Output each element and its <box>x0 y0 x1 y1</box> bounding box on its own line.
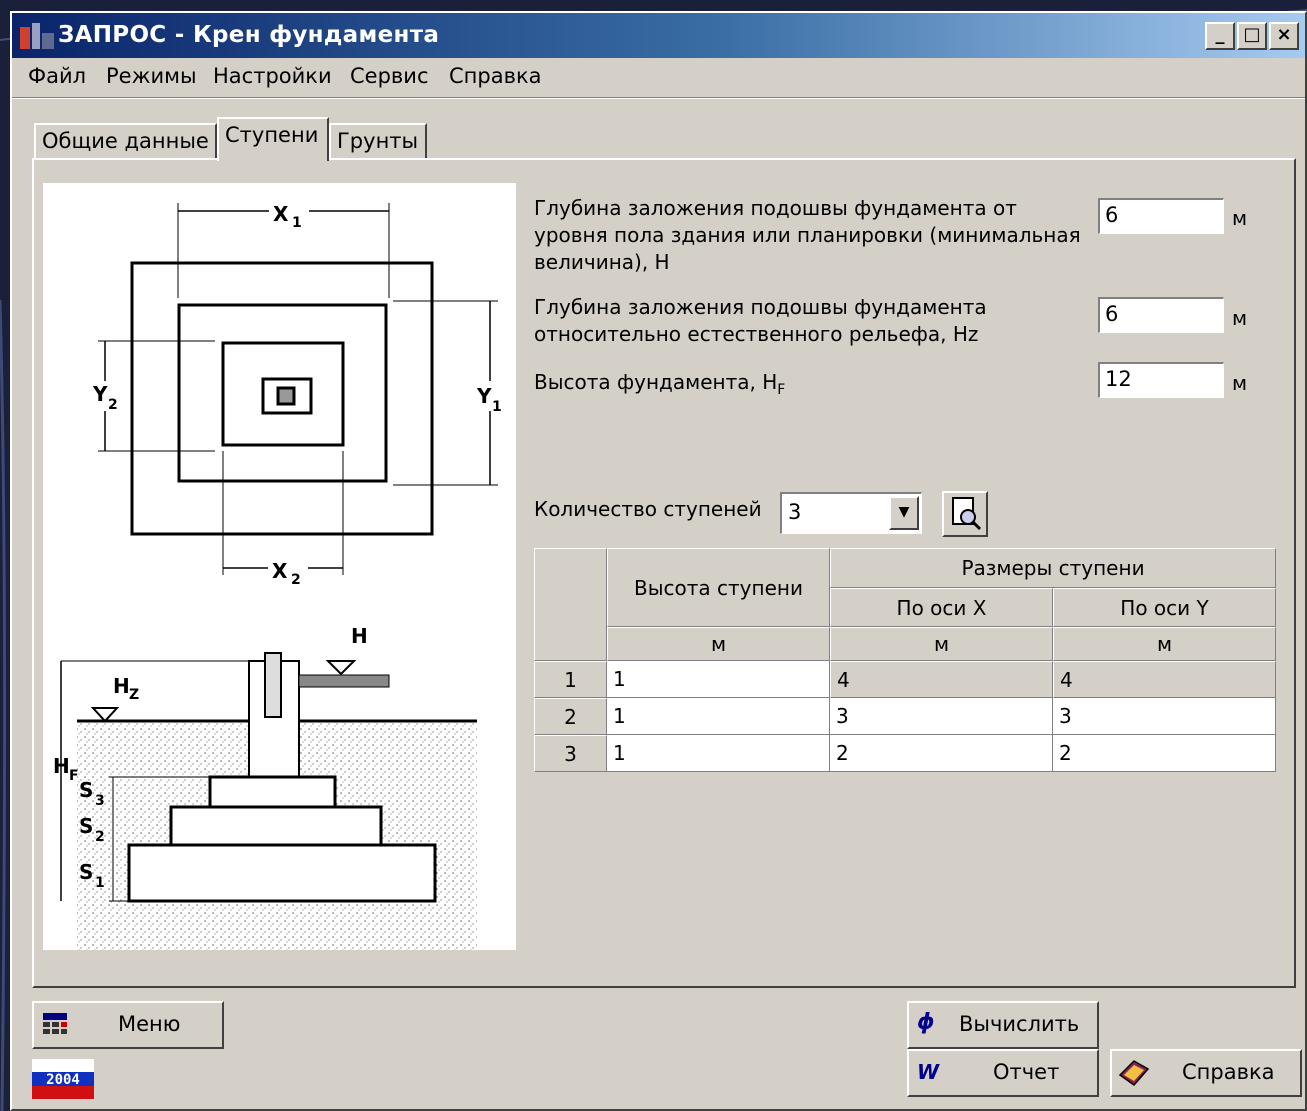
label-hf: H <box>53 754 70 778</box>
svg-text:2004: 2004 <box>46 1072 80 1088</box>
svg-text:F: F <box>69 768 79 784</box>
depth-h-label: Глубина заложения подошвы фундамента от … <box>534 196 1081 274</box>
tab-steps[interactable]: Ступени <box>217 117 329 161</box>
cell-height[interactable]: 1 <box>607 698 830 735</box>
plan-view <box>98 203 498 575</box>
label-hz: H <box>113 674 130 698</box>
depth-h-input[interactable]: 6 <box>1098 198 1224 234</box>
row-number: 3 <box>534 735 607 772</box>
preview-button[interactable] <box>942 491 988 537</box>
menu-help[interactable]: Справка <box>449 64 542 88</box>
col-header-x: По оси X <box>830 588 1053 627</box>
svg-text:Z: Z <box>129 687 139 703</box>
depth-h-unit: м <box>1232 206 1248 230</box>
calculator-icon <box>43 1013 67 1034</box>
foundation-height-input[interactable]: 12 <box>1098 362 1224 398</box>
unit-y: м <box>1053 627 1276 661</box>
cell-height[interactable]: 1 <box>607 661 830 698</box>
menu-service[interactable]: Сервис <box>350 64 428 88</box>
compute-button-label: Вычислить <box>959 1012 1080 1036</box>
depth-hz-input[interactable]: 6 <box>1098 297 1224 333</box>
label-s2: S <box>79 814 93 838</box>
maximize-button[interactable]: □ <box>1237 22 1267 50</box>
magnifier-icon <box>952 497 982 531</box>
svg-text:1: 1 <box>492 399 502 415</box>
label-h: H <box>351 624 368 648</box>
year-badge: 2004 <box>32 1059 94 1099</box>
cell-y[interactable]: 2 <box>1053 735 1276 772</box>
menu-modes[interactable]: Режимы <box>106 64 197 88</box>
minimize-button[interactable]: _ <box>1205 22 1235 50</box>
label-s1: S <box>79 860 93 884</box>
row-number: 1 <box>534 661 607 698</box>
svg-text:1: 1 <box>95 875 105 891</box>
cell-x[interactable]: 2 <box>830 735 1053 772</box>
menu-bar: Файл Режимы Настройки Сервис Справка <box>12 59 1305 95</box>
label-x1: X <box>273 202 289 226</box>
unit-x: м <box>830 627 1053 661</box>
col-header-sizes: Размеры ступени <box>830 548 1276 588</box>
cell-height[interactable]: 1 <box>607 735 830 772</box>
row-number: 2 <box>534 698 607 735</box>
steps-table: Высота ступени Размеры ступени По оси X … <box>534 548 1279 772</box>
phi-icon: ϕ <box>917 1010 935 1035</box>
steps-count-label: Количество ступеней <box>534 497 762 521</box>
cell-x[interactable]: 3 <box>830 698 1053 735</box>
depth-hz-label: Глубина заложения подошвы фундамента отн… <box>534 295 987 346</box>
table-corner <box>534 548 607 661</box>
help-button-label: Справка <box>1182 1060 1275 1084</box>
window-title: ЗАПРОС - Крен фундамента <box>58 22 440 48</box>
foundation-height-label: Высота фундамента, HF <box>534 370 786 398</box>
title-bar[interactable]: ЗАПРОС - Крен фундамента _ □ × <box>12 13 1305 58</box>
tab-soils[interactable]: Грунты <box>329 123 427 159</box>
report-button-label: Отчет <box>993 1060 1060 1084</box>
col-header-y: По оси Y <box>1053 588 1276 627</box>
unit-height: м <box>607 627 830 661</box>
depth-hz-unit: м <box>1232 306 1248 330</box>
cell-y[interactable]: 4 <box>1053 661 1276 698</box>
menu-settings[interactable]: Настройки <box>213 64 332 88</box>
svg-text:2: 2 <box>291 572 301 588</box>
foundation-diagram: X 1 X 2 Y 1 Y 2 H H Z H F S 3 S 2 S 1 <box>43 183 516 950</box>
label-y1: Y <box>476 384 492 408</box>
foundation-height-unit: м <box>1232 371 1248 395</box>
menu-button[interactable]: Меню <box>32 1001 224 1049</box>
chevron-down-icon[interactable]: ▼ <box>889 496 919 530</box>
word-icon: W <box>917 1060 940 1084</box>
close-button[interactable]: × <box>1269 22 1299 50</box>
menu-button-label: Меню <box>118 1012 181 1036</box>
svg-text:1: 1 <box>292 215 302 231</box>
svg-text:2: 2 <box>95 829 105 845</box>
label-s3: S <box>79 778 93 802</box>
col-header-height: Высота ступени <box>607 548 830 627</box>
label-y2: Y <box>92 382 108 406</box>
svg-text:2: 2 <box>108 397 118 413</box>
help-button[interactable]: Справка <box>1110 1049 1302 1097</box>
app-window: ЗАПРОС - Крен фундамента _ □ × Файл Режи… <box>10 11 1307 1111</box>
compute-button[interactable]: ϕ Вычислить <box>907 1001 1099 1049</box>
menu-file[interactable]: Файл <box>28 64 86 88</box>
steps-count-value: 3 <box>788 500 802 524</box>
steps-count-combo[interactable]: 3 ▼ <box>780 492 922 534</box>
cell-x[interactable]: 4 <box>830 661 1053 698</box>
menu-divider <box>12 97 1305 99</box>
svg-text:3: 3 <box>95 793 105 809</box>
report-button[interactable]: W Отчет <box>907 1049 1099 1097</box>
book-icon <box>1118 1060 1150 1087</box>
app-icon <box>20 23 54 49</box>
label-x2: X <box>272 559 288 583</box>
cell-y[interactable]: 3 <box>1053 698 1276 735</box>
tab-general[interactable]: Общие данные <box>34 123 217 159</box>
